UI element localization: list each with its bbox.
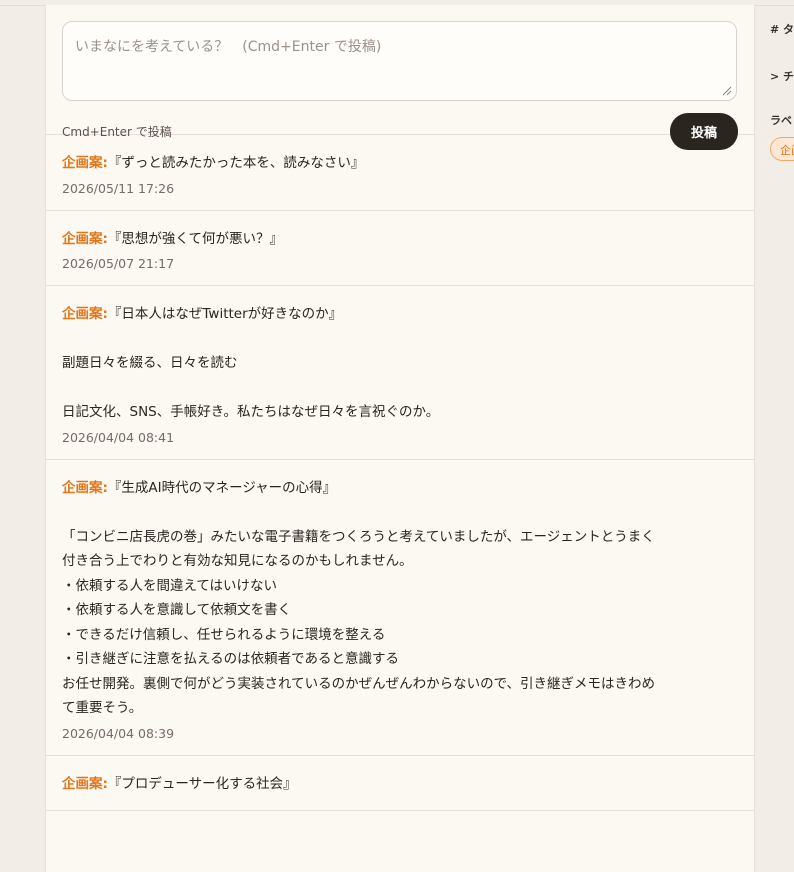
- timeline-column: いまなにを考えている？ (Cmd+Enter で投稿) Cmd+Enter で投…: [45, 5, 755, 872]
- post-text: 『生成AI時代のマネージャーの心得』 「コンビニ店長虎の巻」みたいな電子書籍をつ…: [62, 479, 656, 717]
- post-item[interactable]: 企画案:『ずっと読みたかった本を、読みなさい』 2026/05/11 17:26: [46, 135, 754, 211]
- post-list: 企画案:『ずっと読みたかった本を、読みなさい』 2026/05/11 17:26 企…: [46, 135, 754, 811]
- post-text: 『ずっと読みたかった本を、読みなさい』: [107, 155, 365, 171]
- chat-heading[interactable]: > チ: [770, 68, 794, 84]
- tags-heading[interactable]: # タ: [770, 21, 794, 37]
- label-chip[interactable]: 企画: [770, 137, 794, 161]
- post-text: 『思想が強くて何が悪い？』: [107, 230, 284, 247]
- resize-handle-icon[interactable]: [722, 86, 732, 96]
- post-input[interactable]: いまなにを考えている？ (Cmd+Enter で投稿): [62, 21, 737, 101]
- labels-heading: ラベ: [770, 114, 792, 127]
- composer: いまなにを考えている？ (Cmd+Enter で投稿) Cmd+Enter で投…: [46, 5, 754, 150]
- right-sidebar: # タ > チ ラベ 企画: [754, 5, 794, 872]
- post-body: 企画案:『思想が強くて何が悪い？』: [62, 227, 738, 252]
- post-text: 『プロデューサー化する社会』: [107, 775, 297, 792]
- post-label[interactable]: 企画案:: [62, 776, 108, 792]
- post-timestamp: 2026/05/07 21:17: [62, 256, 175, 271]
- post-body: 企画案:『日本人はなぜTwitterが好きなのか』 副題日々を綴る、日々を読む …: [62, 302, 738, 425]
- post-item[interactable]: 企画案:『思想が強くて何が悪い？』 2026/05/07 21:17: [46, 211, 754, 286]
- shortcut-hint: Cmd+Enter で投稿: [62, 125, 172, 139]
- post-body: 企画案:『生成AI時代のマネージャーの心得』 「コンビニ店長虎の巻」みたいな電子…: [62, 476, 738, 721]
- post-item[interactable]: 企画案:『日本人はなぜTwitterが好きなのか』 副題日々を綴る、日々を読む …: [46, 286, 754, 460]
- post-body: 企画案:『プロデューサー化する社会』: [62, 772, 738, 797]
- post-text: 『日本人はなぜTwitterが好きなのか』 副題日々を綴る、日々を読む 日記文化…: [62, 306, 440, 420]
- post-item[interactable]: 企画案:『生成AI時代のマネージャーの心得』 「コンビニ店長虎の巻」みたいな電子…: [46, 460, 754, 756]
- post-item[interactable]: 企画案:『プロデューサー化する社会』: [46, 756, 754, 811]
- post-timestamp: 2026/04/04 08:39: [62, 725, 175, 741]
- post-input-placeholder: いまなにを考えている？ (Cmd+Enter で投稿): [75, 39, 382, 55]
- post-button[interactable]: 投稿: [670, 113, 738, 150]
- post-timestamp: 2026/04/04 08:41: [62, 429, 175, 445]
- post-label[interactable]: 企画案:: [62, 231, 108, 247]
- post-label[interactable]: 企画案:: [62, 155, 108, 171]
- post-body: 企画案:『ずっと読みたかった本を、読みなさい』: [62, 151, 738, 176]
- post-label[interactable]: 企画案:: [62, 480, 108, 496]
- post-timestamp: 2026/05/11 17:26: [62, 180, 175, 196]
- post-label[interactable]: 企画案:: [62, 306, 108, 322]
